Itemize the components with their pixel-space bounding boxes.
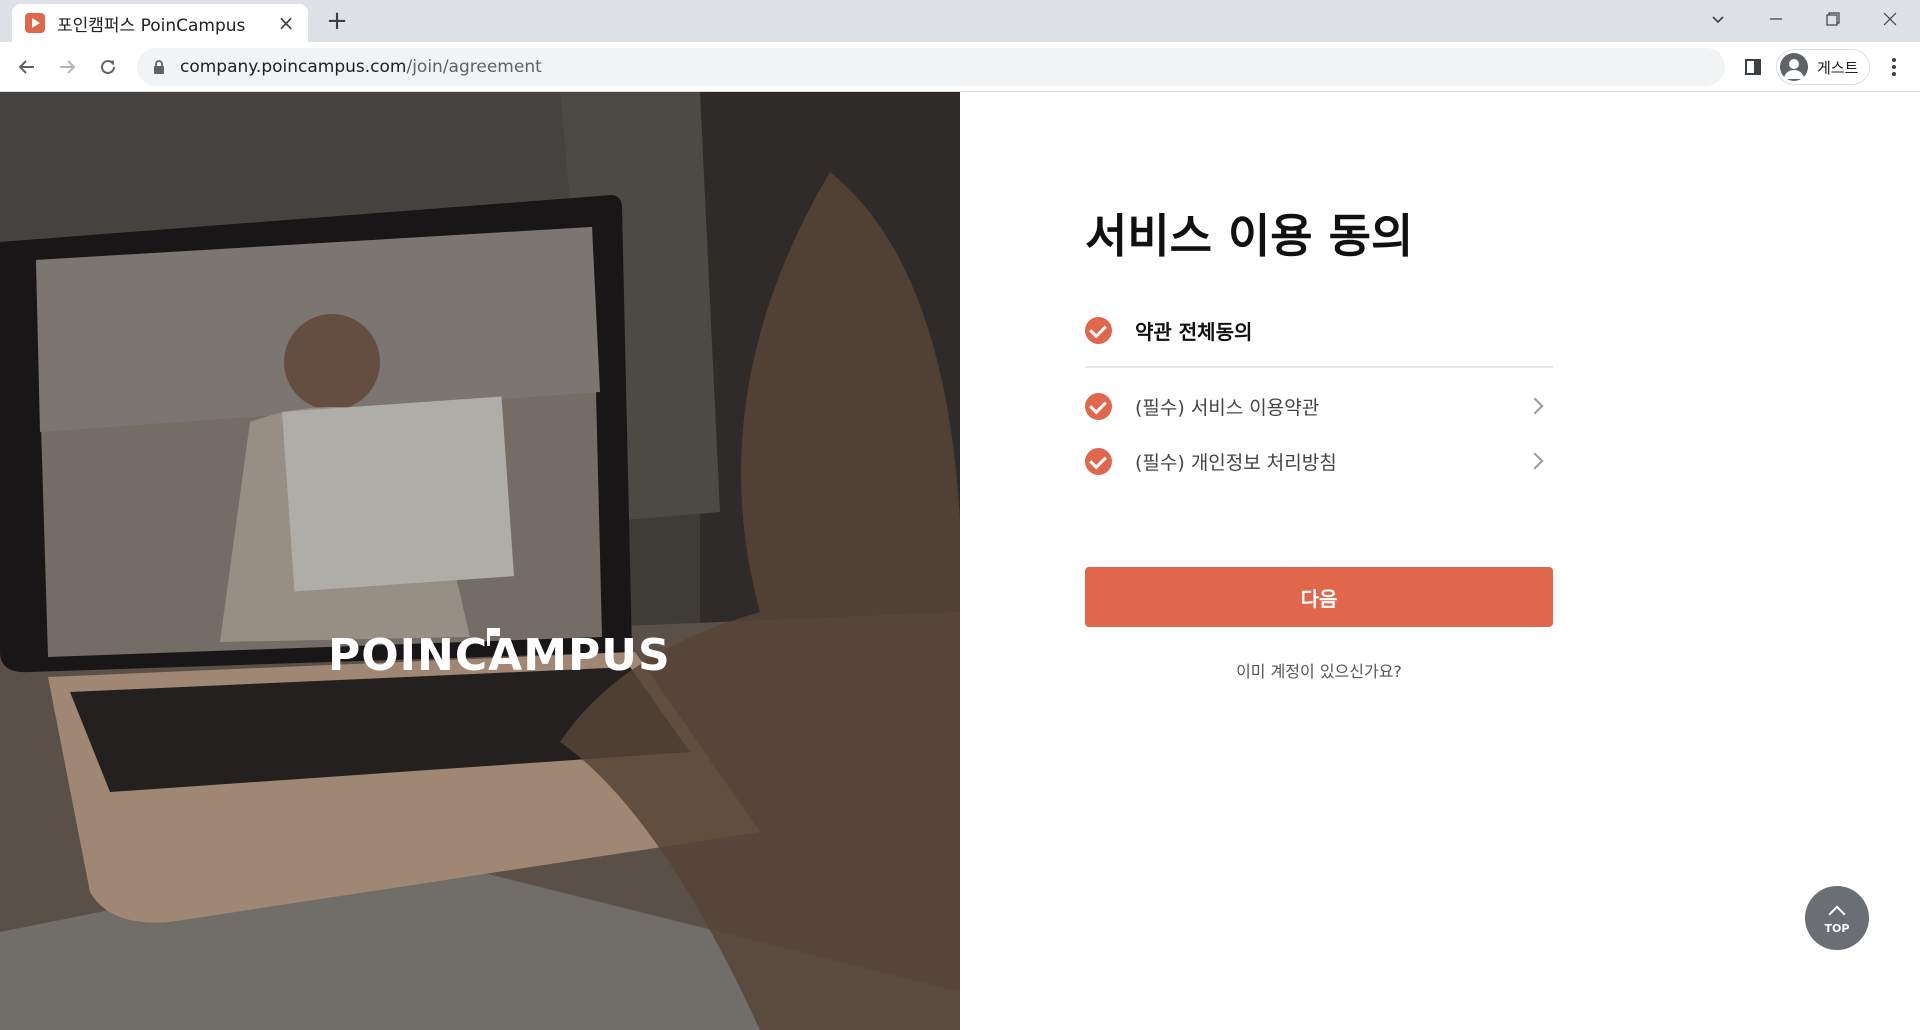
- tab-close-button[interactable]: ×: [276, 11, 296, 35]
- arrow-up-icon: [1828, 905, 1846, 922]
- scroll-top-button[interactable]: TOP: [1805, 886, 1869, 950]
- minimize-icon: [1770, 18, 1782, 20]
- forward-button[interactable]: [51, 51, 83, 83]
- restore-button[interactable]: [1805, 0, 1861, 38]
- term-privacy-label: (필수) 개인정보 처리방침: [1135, 451, 1337, 474]
- maximize-icon: [1826, 12, 1840, 26]
- chevron-down-icon: [1712, 16, 1724, 24]
- poincampus-logo: POINCAMPUS: [328, 630, 671, 681]
- side-panel-icon: [1745, 59, 1761, 75]
- tab-title: 포인캠퍼스 PoinCampus: [57, 15, 246, 36]
- side-panel-button[interactable]: [1741, 55, 1765, 79]
- agree-all-checkbox[interactable]: 약관 전체동의: [1085, 310, 1553, 350]
- profile-name: 게스트: [1817, 58, 1859, 77]
- term-service-label: (필수) 서비스 이용약관: [1135, 396, 1320, 419]
- chevron-right-icon[interactable]: [1526, 397, 1544, 415]
- browser-tab[interactable]: 포인캠퍼스 PoinCampus ×: [12, 4, 308, 42]
- page-title: 서비스 이용 동의: [1085, 209, 1414, 263]
- minimize-button[interactable]: [1748, 0, 1804, 38]
- address-bar[interactable]: company.poincampus.com/join/agreement: [137, 48, 1725, 86]
- url-path: /join/agreement: [406, 57, 542, 77]
- browser-menu-button[interactable]: [1880, 51, 1908, 83]
- tab-search-button[interactable]: [1690, 0, 1746, 38]
- term-service-checkbox[interactable]: (필수) 서비스 이용약관: [1085, 387, 1553, 425]
- next-button[interactable]: 다음: [1085, 567, 1553, 627]
- check-icon: [1085, 447, 1112, 475]
- login-link[interactable]: 이미 계정이 있으신가요?: [1085, 658, 1553, 682]
- browser-toolbar: company.poincampus.com/join/agreement 게스…: [0, 42, 1920, 92]
- laptop-photo: [0, 92, 960, 1030]
- url-text: company.poincampus.com/join/agreement: [180, 57, 542, 77]
- profile-icon: [1780, 53, 1808, 81]
- reload-icon: [101, 59, 115, 74]
- scroll-top-label: TOP: [1824, 921, 1850, 935]
- favicon-icon: [25, 13, 45, 33]
- tab-strip: 포인캠퍼스 PoinCampus × +: [0, 0, 1920, 42]
- url-host: company.poincampus.com: [180, 57, 407, 77]
- term-privacy-checkbox[interactable]: (필수) 개인정보 처리방침: [1085, 442, 1553, 480]
- divider: [1085, 366, 1553, 368]
- reload-button[interactable]: [92, 51, 124, 83]
- check-icon: [1085, 316, 1112, 344]
- logo-flag-icon: [487, 628, 500, 646]
- window-close-icon: [1883, 12, 1897, 26]
- forward-icon: [60, 60, 76, 74]
- profile-button[interactable]: 게스트: [1776, 49, 1870, 85]
- new-tab-button[interactable]: +: [323, 7, 351, 35]
- check-icon: [1085, 392, 1112, 420]
- chevron-right-icon[interactable]: [1526, 452, 1544, 470]
- back-icon: [18, 60, 34, 74]
- hero-image: POINCAMPUS: [0, 92, 960, 1030]
- agree-all-label: 약관 전체동의: [1135, 319, 1253, 344]
- close-window-button[interactable]: [1862, 0, 1918, 38]
- lock-icon: [152, 59, 166, 75]
- more-menu-icon: [1892, 58, 1896, 76]
- back-button[interactable]: [11, 51, 43, 83]
